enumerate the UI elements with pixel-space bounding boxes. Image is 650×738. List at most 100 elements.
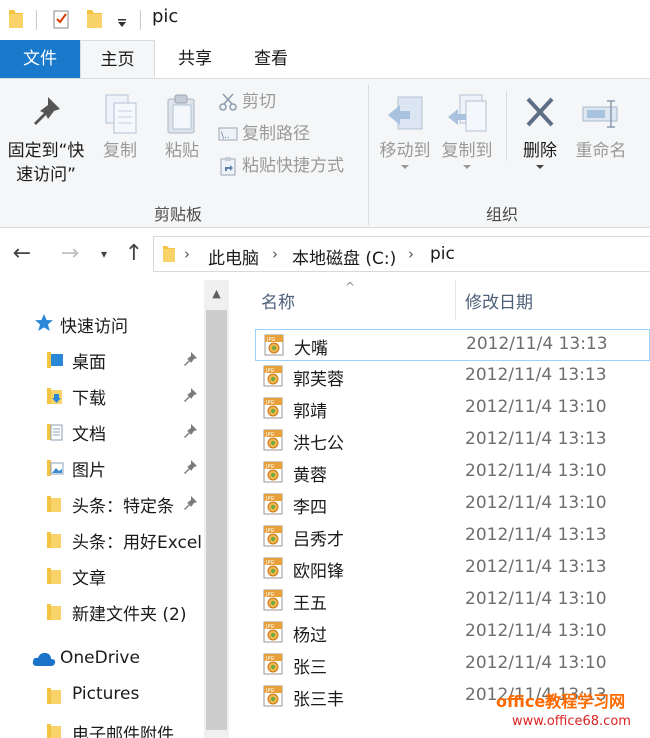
file-row[interactable]: JPG 李四 2012/11/4 13:10	[255, 489, 650, 521]
copy-button[interactable]: 复制	[92, 93, 148, 163]
nav-item-folder[interactable]: Pictures	[0, 678, 204, 712]
file-list: ^ 名称 修改日期 JPG 大嘴 2012/11/4 13:13 JPG 郭芙蓉 2012…	[229, 280, 650, 738]
file-row[interactable]: JPG 王五 2012/11/4 13:10	[255, 585, 650, 617]
file-name: 杨过	[293, 626, 327, 646]
file-row[interactable]: JPG 大嘴 2012/11/4 13:13	[255, 329, 650, 361]
nav-item-folder[interactable]: 电子邮件附件	[0, 714, 204, 738]
pin-to-quick-access-button[interactable]: 固定到“快 速访问”	[4, 93, 88, 187]
delete-label: 删除	[523, 141, 557, 161]
properties-icon[interactable]	[52, 8, 72, 34]
ribbon-tabs: 文件 主页 共享 查看	[0, 40, 650, 79]
nav-item-folder[interactable]: 头条：特定条	[0, 486, 204, 520]
copy-to-button[interactable]: 复制到	[436, 93, 498, 169]
jpg-file-icon: JPG	[263, 334, 285, 360]
nav-item-downloads[interactable]: 下载	[0, 378, 204, 412]
folder-icon	[46, 530, 62, 554]
file-row[interactable]: JPG 黄蓉 2012/11/4 13:10	[255, 457, 650, 489]
cut-button[interactable]: 剪切	[218, 87, 276, 117]
nav-item-folder[interactable]: 新建文件夹 (2)	[0, 594, 204, 628]
breadcrumb-separator-icon[interactable]: ›	[184, 245, 190, 263]
tab-share[interactable]: 共享	[160, 40, 230, 78]
pin-icon[interactable]	[182, 387, 198, 407]
nav-item-folder[interactable]: 头条：用好Excel	[0, 522, 204, 556]
column-header-name[interactable]: 名称	[261, 288, 295, 313]
jpg-file-icon: JPG	[262, 525, 284, 551]
nav-item-documents[interactable]: 文档	[0, 414, 204, 448]
copy-label: 复制	[103, 141, 137, 161]
file-date-modified: 2012/11/4 13:10	[465, 621, 607, 641]
nav-item-pictures[interactable]: 图片	[0, 450, 204, 484]
forward-arrow-icon[interactable]: →	[56, 240, 84, 268]
scrollbar-thumb[interactable]	[206, 310, 227, 730]
move-to-button[interactable]: 移动到	[374, 93, 436, 169]
copy-path-button[interactable]: \.. 复制路径	[218, 119, 310, 149]
nav-onedrive[interactable]: OneDrive	[0, 642, 204, 676]
nav-item-label: 电子邮件附件	[72, 725, 174, 738]
documents-folder-icon	[46, 422, 64, 446]
column-header-date-modified[interactable]: 修改日期	[465, 288, 533, 313]
pin-icon	[4, 93, 88, 139]
pin-icon[interactable]	[182, 459, 198, 479]
svg-text:JPG: JPG	[265, 400, 274, 406]
file-row[interactable]: JPG 郭靖 2012/11/4 13:10	[255, 393, 650, 425]
nav-item-label: 桌面	[72, 353, 106, 373]
file-row[interactable]: JPG 杨过 2012/11/4 13:10	[255, 617, 650, 649]
breadcrumb-separator-icon[interactable]: ›	[272, 245, 278, 263]
delete-button[interactable]: 删除	[512, 93, 568, 169]
quick-access-toolbar-dropdown-icon[interactable]	[116, 14, 128, 33]
tab-file[interactable]: 文件	[0, 40, 80, 78]
file-date-modified: 2012/11/4 13:13	[465, 429, 607, 449]
nav-item-label: 头条：特定条	[72, 497, 174, 517]
watermark-line2: www.office68.com	[512, 714, 631, 729]
file-name: 李四	[293, 498, 327, 518]
file-row[interactable]: JPG 吕秀才 2012/11/4 13:13	[255, 521, 650, 553]
scroll-up-arrow-icon[interactable]: ▲	[204, 280, 229, 308]
jpg-file-icon: JPG	[262, 621, 284, 647]
ribbon: 固定到“快 速访问” 复制 粘贴 剪切 \.. 复制路径 粘贴快捷方式 剪贴板 移…	[0, 78, 650, 228]
file-row[interactable]: JPG 郭芙蓉 2012/11/4 13:13	[255, 361, 650, 393]
file-row[interactable]: JPG 张三 2012/11/4 13:10	[255, 649, 650, 681]
tab-home[interactable]: 主页	[80, 40, 155, 79]
nav-quick-access[interactable]: 快速访问	[0, 306, 204, 340]
jpg-file-icon: JPG	[262, 493, 284, 519]
cloud-icon	[32, 651, 56, 671]
downloads-folder-icon	[46, 386, 64, 410]
paste-shortcut-label: 粘贴快捷方式	[242, 156, 344, 176]
paste-button[interactable]: 粘贴	[154, 93, 210, 163]
tab-view[interactable]: 查看	[236, 40, 306, 78]
new-folder-icon[interactable]	[86, 8, 104, 34]
up-arrow-icon[interactable]: ↑	[120, 240, 148, 268]
address-bar[interactable]: › 此电脑 › 本地磁盘 (C:) › pic	[153, 236, 650, 272]
breadcrumb-local-disk[interactable]: 本地磁盘 (C:)	[292, 244, 396, 269]
pictures-folder-icon	[46, 458, 64, 482]
rename-button[interactable]: 重命名	[570, 93, 632, 163]
nav-item-folder[interactable]: 文章	[0, 558, 204, 592]
pin-icon[interactable]	[182, 351, 198, 371]
file-date-modified: 2012/11/4 13:10	[465, 589, 607, 609]
file-name: 洪七公	[293, 434, 344, 454]
file-row[interactable]: JPG 洪七公 2012/11/4 13:13	[255, 425, 650, 457]
organize-group-label: 组织	[486, 205, 519, 224]
copy-path-label: 复制路径	[242, 124, 310, 144]
folder-icon	[46, 602, 62, 626]
svg-text:JPG: JPG	[266, 337, 275, 343]
recent-locations-chevron-icon[interactable]: ▾	[90, 240, 118, 268]
pin-icon[interactable]	[182, 495, 198, 515]
breadcrumb-this-pc[interactable]: 此电脑	[208, 244, 259, 269]
back-arrow-icon[interactable]: ←	[8, 240, 36, 268]
svg-text:JPG: JPG	[265, 624, 274, 630]
file-row[interactable]: JPG 欧阳锋 2012/11/4 13:13	[255, 553, 650, 585]
file-date-modified: 2012/11/4 13:10	[465, 461, 607, 481]
nav-item-label: 文档	[72, 425, 106, 445]
navigation-pane-scrollbar[interactable]: ▲	[204, 280, 229, 738]
breadcrumb-separator-icon[interactable]: ›	[408, 245, 414, 263]
pin-label-line2: 速访问”	[16, 165, 76, 185]
jpg-file-icon: JPG	[262, 397, 284, 423]
nav-item-desktop[interactable]: 桌面	[0, 342, 204, 376]
file-date-modified: 2012/11/4 13:10	[465, 397, 607, 417]
breadcrumb-pic[interactable]: pic	[430, 244, 455, 264]
pin-icon[interactable]	[182, 423, 198, 443]
paste-shortcut-button[interactable]: 粘贴快捷方式	[218, 151, 344, 181]
svg-text:JPG: JPG	[265, 560, 274, 566]
star-icon	[34, 313, 54, 337]
